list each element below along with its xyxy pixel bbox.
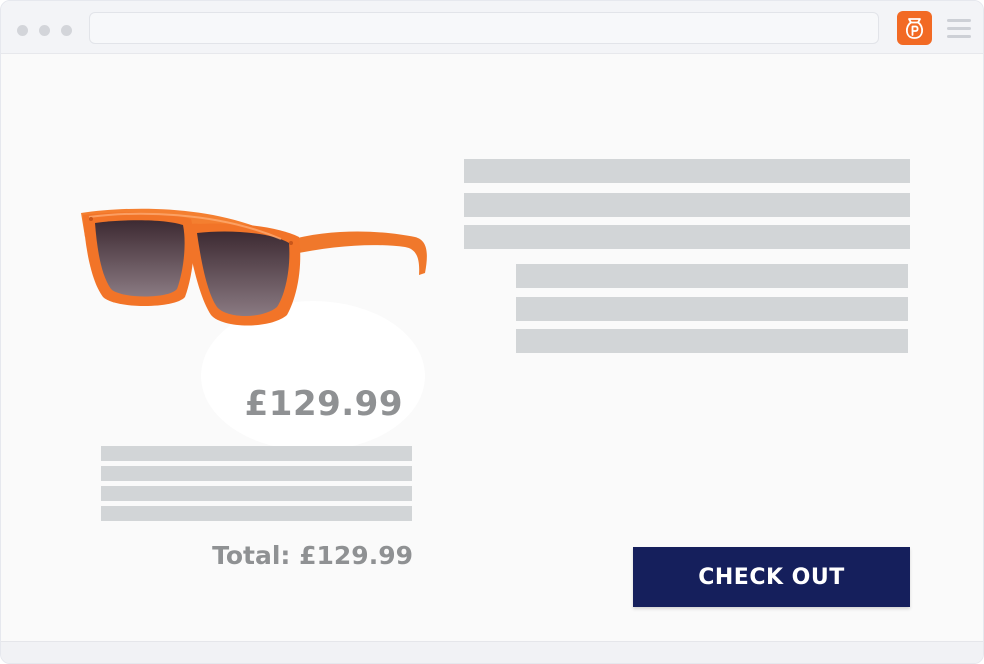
placeholder-text-line [464, 193, 910, 217]
window-control-dot[interactable] [17, 25, 28, 36]
browser-window: £129.99 Total: £129.99 CHECK OUT [0, 0, 984, 664]
window-control-dot[interactable] [39, 25, 50, 36]
cart-total: Total: £129.99 [212, 541, 413, 570]
checkout-button[interactable]: CHECK OUT [633, 547, 910, 607]
p-bag-icon [906, 18, 923, 39]
placeholder-text-line [516, 329, 908, 353]
sunglasses-image[interactable] [75, 197, 435, 337]
product-price: £129.99 [244, 384, 403, 424]
placeholder-text-line [464, 225, 910, 249]
placeholder-text-line [101, 466, 412, 481]
placeholder-text-line [101, 486, 412, 501]
placeholder-text-line [516, 297, 908, 321]
extension-button[interactable] [897, 11, 932, 45]
browser-toolbar [1, 1, 983, 54]
browser-footer [1, 641, 983, 663]
window-control-dot[interactable] [61, 25, 72, 36]
placeholder-text-line [101, 506, 412, 521]
placeholder-text-line [516, 264, 908, 288]
address-bar[interactable] [89, 12, 879, 44]
placeholder-text-line [464, 159, 910, 183]
placeholder-text-line [101, 446, 412, 461]
hamburger-menu-icon[interactable] [947, 19, 971, 39]
